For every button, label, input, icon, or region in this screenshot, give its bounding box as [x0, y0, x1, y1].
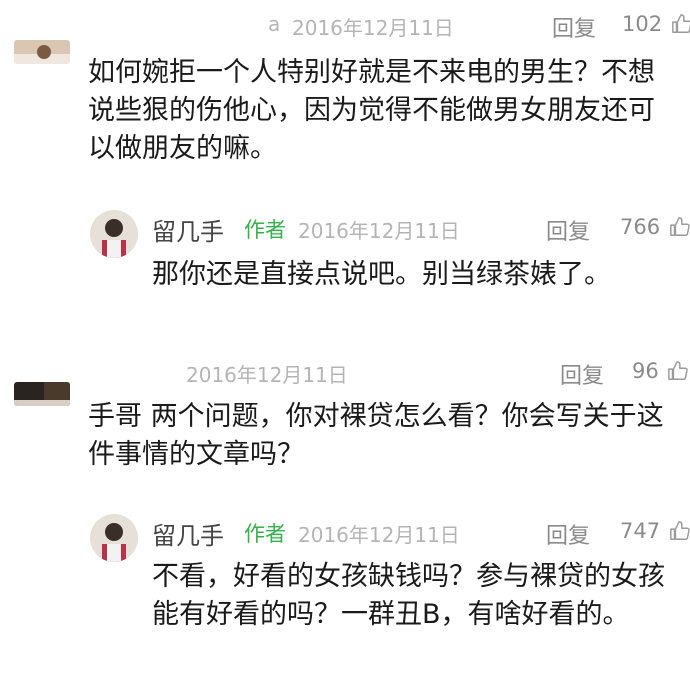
reply-text: 不看，好看的女孩缺钱吗？参与裸贷的女孩能有好看的吗？一群丑B，有啥好看的。 — [152, 561, 665, 630]
reply-button[interactable]: 回复 — [552, 11, 596, 43]
like-count: 96 — [632, 359, 659, 383]
avatar[interactable] — [14, 382, 70, 406]
author-name[interactable]: 留几手 — [152, 212, 224, 247]
thumbs-up-icon — [669, 217, 690, 236]
comment-text: 如何婉拒一个人特别好就是不来电的男生？不想说些狠的伤他心，因为觉得不能做男女朋友… — [88, 57, 655, 164]
like-count: 766 — [620, 215, 661, 239]
like-button[interactable]: 747 — [620, 519, 690, 543]
like-count: 102 — [622, 12, 663, 36]
like-button[interactable]: 102 — [622, 12, 690, 36]
like-count: 747 — [620, 519, 661, 543]
reply-date: 2016年12月11日 — [298, 219, 460, 243]
reply-button[interactable]: 回复 — [546, 518, 590, 550]
like-button[interactable]: 96 — [632, 359, 689, 383]
reply-date: 2016年12月11日 — [298, 523, 460, 547]
author-avatar[interactable] — [90, 514, 138, 562]
reply-button[interactable]: 回复 — [560, 358, 604, 390]
author-badge: 作者 — [244, 522, 286, 546]
author-avatar[interactable] — [90, 210, 138, 258]
reply-button[interactable]: 回复 — [546, 214, 590, 246]
username[interactable]: a — [268, 12, 280, 36]
thumbs-up-icon — [668, 361, 689, 380]
thumbs-up-icon — [669, 521, 690, 540]
reply-text: 那你还是直接点说吧。别当绿茶婊了。 — [152, 259, 611, 290]
thumbs-up-icon — [671, 14, 690, 33]
avatar[interactable] — [14, 40, 70, 64]
author-badge: 作者 — [244, 218, 286, 242]
comment-date: 2016年12月11日 — [186, 363, 348, 387]
author-name[interactable]: 留几手 — [152, 516, 224, 551]
comment-text: 手哥 两个问题，你对裸贷怎么看？你会写关于这件事情的文章吗？ — [88, 401, 664, 470]
comment-date: 2016年12月11日 — [292, 16, 454, 40]
like-button[interactable]: 766 — [620, 215, 690, 239]
